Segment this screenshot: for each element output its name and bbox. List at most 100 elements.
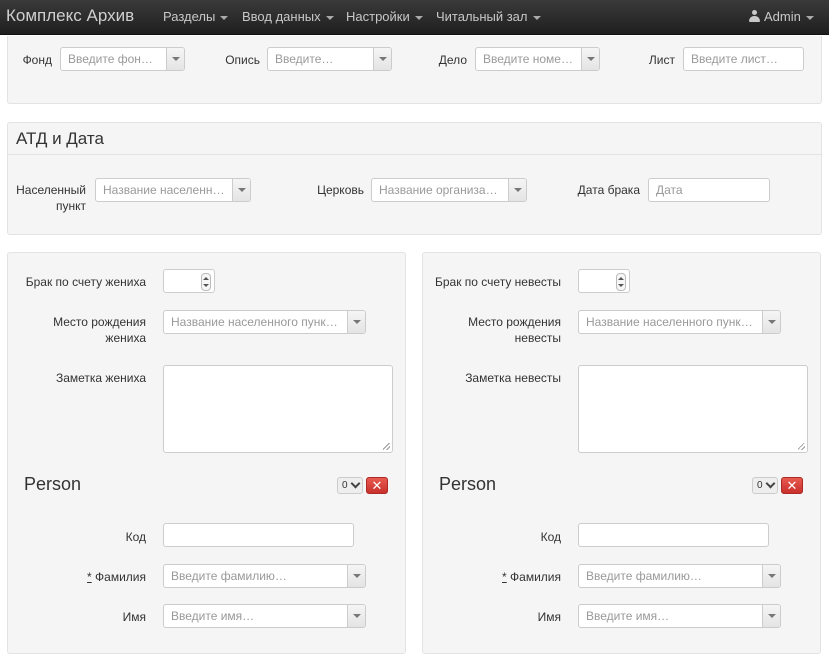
groom-surname-placeholder: Введите фамилию… <box>171 569 287 583</box>
nav-menu-settings[interactable]: Настройки <box>346 9 423 24</box>
bride-surname-placeholder: Введите фамилию… <box>586 569 702 583</box>
fond-placeholder: Введите фонд… <box>68 52 159 66</box>
nav-menu-data-entry[interactable]: Ввод данных <box>242 9 334 24</box>
marriage-date-input[interactable]: Дата <box>648 178 770 202</box>
bride-marriage-count-input[interactable] <box>578 269 630 293</box>
dropdown-arrow-icon[interactable] <box>581 48 599 70</box>
app-brand[interactable]: Комплекс Архив <box>6 6 134 26</box>
opis-label: Опись <box>225 53 260 67</box>
user-name: Admin <box>764 9 801 24</box>
groom-surname-label-text: Фамилия <box>95 570 146 584</box>
bride-person-counter[interactable]: 0 <box>752 477 778 494</box>
groom-code-label: Код <box>125 530 146 544</box>
dropdown-arrow-icon[interactable] <box>347 311 365 333</box>
nav-menu-sections[interactable]: Разделы <box>163 9 229 24</box>
atd-heading: АТД и Дата <box>8 123 821 155</box>
groom-person-counter[interactable]: 0 <box>337 477 363 494</box>
bride-person-delete-button[interactable]: ✕ <box>781 477 803 494</box>
dropdown-arrow-icon[interactable] <box>762 565 780 587</box>
groom-person-title: Person <box>24 474 82 494</box>
user-menu[interactable]: Admin <box>749 9 814 24</box>
nav-menu-label: Настройки <box>346 9 410 24</box>
bride-name-select[interactable]: Введите имя… <box>578 604 781 628</box>
atd-date-panel: АТД и Дата Населенный пункт Название нас… <box>7 122 822 235</box>
list-input[interactable]: Введите лист… <box>683 47 804 71</box>
bride-name-label: Имя <box>537 610 561 624</box>
bride-birthplace-select[interactable]: Название населенного пункта… <box>578 310 781 334</box>
bride-code-input[interactable] <box>578 523 769 547</box>
dropdown-arrow-icon[interactable] <box>508 179 526 201</box>
required-marker: * <box>87 570 92 584</box>
groom-name-label: Имя <box>122 610 146 624</box>
settlement-label-line1: Населенный <box>16 183 86 197</box>
caret-down-icon <box>414 15 423 20</box>
groom-birthplace-label: Место рождения жениха <box>18 314 146 346</box>
bride-marriage-count-label: Брак по счету невесты <box>434 275 561 289</box>
top-navbar: Комплекс Архив Разделы Ввод данных Настр… <box>0 0 829 35</box>
fond-select[interactable]: Введите фонд… <box>60 47 185 71</box>
groom-birthplace-label-line2: жениха <box>105 331 146 345</box>
bride-person-title: Person <box>439 474 497 494</box>
groom-birthplace-placeholder: Название населенного пункта… <box>171 315 340 329</box>
dropdown-arrow-icon[interactable] <box>232 179 250 201</box>
resize-grip-icon[interactable] <box>798 443 805 450</box>
bride-panel: Брак по счету невесты Место рождения нев… <box>422 252 821 654</box>
settlement-placeholder: Название населенно… <box>103 183 225 197</box>
spinner-icon[interactable] <box>201 273 211 291</box>
delo-select[interactable]: Введите номер… <box>475 47 600 71</box>
church-label: Церковь <box>317 183 364 197</box>
groom-note-textarea[interactable] <box>163 365 393 453</box>
settlement-select[interactable]: Название населенно… <box>95 178 251 202</box>
user-icon <box>749 10 760 22</box>
bride-surname-label-text: Фамилия <box>510 570 561 584</box>
bride-note-textarea[interactable] <box>578 365 808 453</box>
groom-marriage-count-label: Брак по счету жениха <box>25 275 146 289</box>
nav-menu-reading-room[interactable]: Читальный зал <box>436 9 541 24</box>
caret-down-icon <box>532 15 541 20</box>
church-placeholder: Название организац… <box>379 183 501 197</box>
settlement-label-line2: пункт <box>55 199 86 213</box>
caret-down-icon <box>325 15 334 20</box>
groom-name-select[interactable]: Введите имя… <box>163 604 366 628</box>
opis-select[interactable]: Введите… <box>267 47 392 71</box>
groom-marriage-count-input[interactable] <box>163 269 215 293</box>
church-select[interactable]: Название организац… <box>371 178 527 202</box>
fond-label: Фонд <box>22 53 52 67</box>
groom-surname-select[interactable]: Введите фамилию… <box>163 564 366 588</box>
groom-note-label: Заметка жениха <box>55 371 146 385</box>
groom-birthplace-select[interactable]: Название населенного пункта… <box>163 310 366 334</box>
dropdown-arrow-icon[interactable] <box>762 605 780 627</box>
bride-code-label: Код <box>540 530 561 544</box>
nav-menu-label: Разделы <box>163 9 216 24</box>
groom-name-placeholder: Введите имя… <box>171 609 255 623</box>
bride-surname-select[interactable]: Введите фамилию… <box>578 564 781 588</box>
nav-menu-label: Читальный зал <box>436 9 528 24</box>
dropdown-arrow-icon[interactable] <box>347 565 365 587</box>
list-label: Лист <box>648 53 675 67</box>
dropdown-arrow-icon[interactable] <box>373 48 391 70</box>
groom-surname-label: * Фамилия <box>18 569 146 585</box>
groom-code-input[interactable] <box>163 523 354 547</box>
dropdown-arrow-icon[interactable] <box>166 48 184 70</box>
dropdown-arrow-icon[interactable] <box>762 311 780 333</box>
bride-note-label: Заметка невесты <box>465 371 561 385</box>
bride-birthplace-label-line1: Место рождения <box>468 315 561 329</box>
nav-menu-label: Ввод данных <box>242 9 321 24</box>
resize-grip-icon[interactable] <box>383 443 390 450</box>
bride-birthplace-placeholder: Название населенного пункта… <box>586 315 755 329</box>
settlement-label: Населенный пункт <box>10 182 86 214</box>
spinner-icon[interactable] <box>616 273 626 291</box>
delo-placeholder: Введите номер… <box>483 52 574 66</box>
required-marker: * <box>502 570 507 584</box>
delo-label: Дело <box>438 53 467 67</box>
opis-placeholder: Введите… <box>275 52 334 66</box>
marriage-date-label: Дата брака <box>577 183 640 197</box>
groom-birthplace-label-line1: Место рождения <box>53 315 146 329</box>
bride-name-placeholder: Введите имя… <box>586 609 670 623</box>
bride-birthplace-label: Место рождения невесты <box>433 314 561 346</box>
bride-surname-label: * Фамилия <box>433 569 561 585</box>
dropdown-arrow-icon[interactable] <box>347 605 365 627</box>
groom-person-delete-button[interactable]: ✕ <box>366 477 388 494</box>
bride-birthplace-label-line2: невесты <box>514 331 561 345</box>
atd-title: АТД и Дата <box>16 129 104 148</box>
